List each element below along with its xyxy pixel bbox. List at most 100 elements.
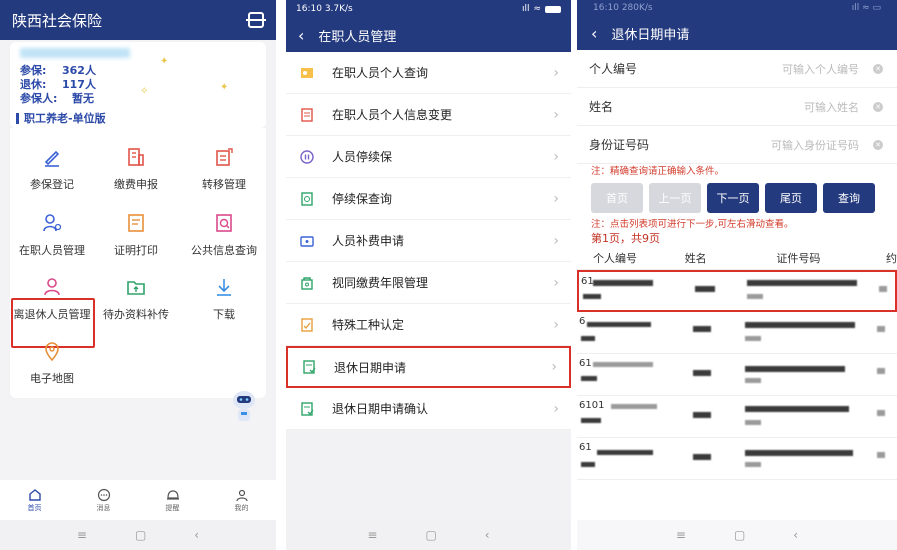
doc-search-icon (298, 190, 316, 208)
back-arrow-icon[interactable]: ‹ (591, 24, 597, 43)
signal-icon: ıll (521, 4, 530, 14)
home-button-icon[interactable]: ▢ (734, 528, 745, 542)
menu-item-suspend-query[interactable]: 停续保查询 › (286, 178, 571, 220)
page-info: 第1页，共9页 (591, 232, 660, 245)
table-row[interactable]: 61 (577, 354, 897, 396)
grid-item-employee-management[interactable]: 在职人员管理 (10, 208, 94, 266)
redacted-text (745, 366, 845, 372)
menu-item-retirement-date-apply[interactable]: 退休日期申请 › (286, 346, 571, 388)
tab-messages[interactable]: 消息 (79, 487, 129, 513)
grid-item-label: 参保登记 (30, 178, 74, 191)
table-row[interactable]: 6 (577, 312, 897, 354)
chevron-right-icon: › (553, 106, 559, 123)
redacted-text (593, 280, 653, 286)
name-field[interactable]: 姓名 可输入姓名 ✕ (577, 88, 897, 126)
redacted-text (745, 420, 761, 425)
blurred-org-name (20, 48, 130, 58)
tab-label: 我的 (234, 504, 249, 512)
tab-home[interactable]: 首页 (10, 487, 60, 513)
status-speed: 3.7K/s (324, 4, 353, 14)
clear-icon[interactable]: ✕ (873, 101, 883, 112)
id-number-field[interactable]: 身份证号码 可输入身份证号码 ✕ (577, 126, 897, 164)
grid-item-pending-upload[interactable]: 待办资料补传 (94, 272, 178, 330)
id-card-icon (298, 64, 316, 82)
menu-item-label: 退休日期申请确认 (332, 402, 429, 416)
menu-item-info-change[interactable]: 在职人员个人信息变更 › (286, 94, 571, 136)
menu-item-special-work[interactable]: 特殊工种认定 › (286, 304, 571, 346)
home-button-icon[interactable]: ▢ (135, 528, 146, 542)
chevron-right-icon: › (551, 359, 557, 375)
home-button-icon[interactable]: ▢ (425, 528, 436, 542)
back-icon[interactable]: ‹ (194, 528, 199, 542)
grid-item-register[interactable]: 参保登记 (10, 142, 94, 200)
last-page-button[interactable]: 尾页 (765, 183, 817, 213)
back-icon[interactable]: ‹ (485, 528, 490, 542)
first-page-button[interactable]: 首页 (591, 183, 643, 213)
insured-label: 参保: (20, 64, 47, 77)
menu-icon[interactable]: ≡ (367, 528, 377, 542)
grid-item-retired-management[interactable]: 离退休人员管理 (4, 272, 100, 330)
clear-icon[interactable]: ✕ (873, 139, 883, 150)
menu-item-suspend-resume[interactable]: 人员停续保 › (286, 136, 571, 178)
redacted-text (877, 326, 885, 332)
grid-item-payment[interactable]: 缴费申报 (94, 142, 178, 200)
apply-doc-icon (300, 358, 318, 376)
prev-page-button[interactable]: 上一页 (649, 183, 701, 213)
wallet-icon (298, 232, 316, 250)
table-row[interactable]: 61 (577, 270, 897, 312)
grid-item-download[interactable]: 下载 (182, 272, 266, 330)
personal-id-field[interactable]: 个人编号 可输入个人编号 ✕ (577, 50, 897, 88)
table-row[interactable]: 6101 (577, 396, 897, 438)
tab-label: 首页 (27, 504, 42, 512)
lock-doc-icon (298, 274, 316, 292)
phone-retirement-date-apply: 16:10 280K/s ıll ≈ ▭ ‹ 退休日期申请 个人编号 可输入个人编… (577, 0, 897, 550)
pause-icon (298, 148, 316, 166)
retired-value: 117人 (62, 78, 96, 91)
back-arrow-icon[interactable]: ‹ (298, 26, 304, 45)
status-time: 16:10 (593, 3, 619, 13)
menu-item-label: 停续保查询 (332, 192, 393, 206)
chevron-right-icon: › (553, 274, 559, 291)
redacted-text (745, 378, 761, 383)
tab-reminders[interactable]: 提醒 (148, 487, 198, 513)
menu-icon[interactable]: ≡ (676, 528, 686, 542)
redacted-text (597, 450, 653, 455)
menu-item-personal-query[interactable]: 在职人员个人查询 › (286, 52, 571, 94)
status-bar: 16:10 3.7K/s ıll ≈ (286, 0, 571, 18)
next-page-button[interactable]: 下一页 (707, 183, 759, 213)
certificate-icon (94, 208, 178, 238)
transfer-doc-icon (182, 142, 266, 172)
battery-icon (545, 5, 561, 13)
redacted-text (747, 294, 763, 299)
menu-item-supplement-fee[interactable]: 人员补费申请 › (286, 220, 571, 262)
worker-label: 参保人: (20, 92, 58, 105)
retired-label: 退休: (20, 78, 47, 91)
redacted-text (587, 322, 651, 327)
query-button[interactable]: 查询 (823, 183, 875, 213)
assistant-robot-icon[interactable] (228, 388, 260, 426)
redacted-text (593, 362, 653, 367)
phone-home-screen: 陕西社会保险 参保: 362人 退休: 117人 参保人: 暂无 ✦ ✦ ✧ 职工养老… (0, 0, 276, 550)
menu-item-retirement-date-confirm[interactable]: 退休日期申请确认 › (286, 388, 571, 430)
chevron-right-icon: › (553, 190, 559, 207)
grid-item-certificate[interactable]: 证明打印 (94, 208, 178, 266)
chevron-right-icon: › (553, 400, 559, 417)
field-placeholder: 可输入身份证号码 (771, 138, 859, 152)
status-time: 16:10 (296, 4, 322, 14)
redacted-text (581, 336, 595, 341)
tab-profile[interactable]: 我的 (217, 487, 267, 513)
menu-icon[interactable]: ≡ (77, 528, 87, 542)
grid-item-public-info[interactable]: 公共信息查询 (182, 208, 266, 266)
message-icon (79, 487, 129, 503)
menu-item-deemed-years[interactable]: 视同缴费年限管理 › (286, 262, 571, 304)
scan-icon[interactable] (246, 12, 266, 28)
phone-employee-management: 16:10 3.7K/s ıll ≈ ‹ 在职人员管理 在职人员个人查询 › 在职人… (286, 0, 571, 550)
table-row[interactable]: 61 (577, 438, 897, 480)
redacted-text (695, 286, 715, 292)
grid-item-map[interactable]: 电子地图 (10, 336, 94, 394)
redacted-text (693, 412, 711, 418)
grid-item-transfer[interactable]: 转移管理 (182, 142, 266, 200)
clear-icon[interactable]: ✕ (873, 63, 883, 74)
list-note: 注：点击列表项可进行下一步,可左右滑动查看。 (591, 219, 794, 230)
back-icon[interactable]: ‹ (793, 528, 798, 542)
